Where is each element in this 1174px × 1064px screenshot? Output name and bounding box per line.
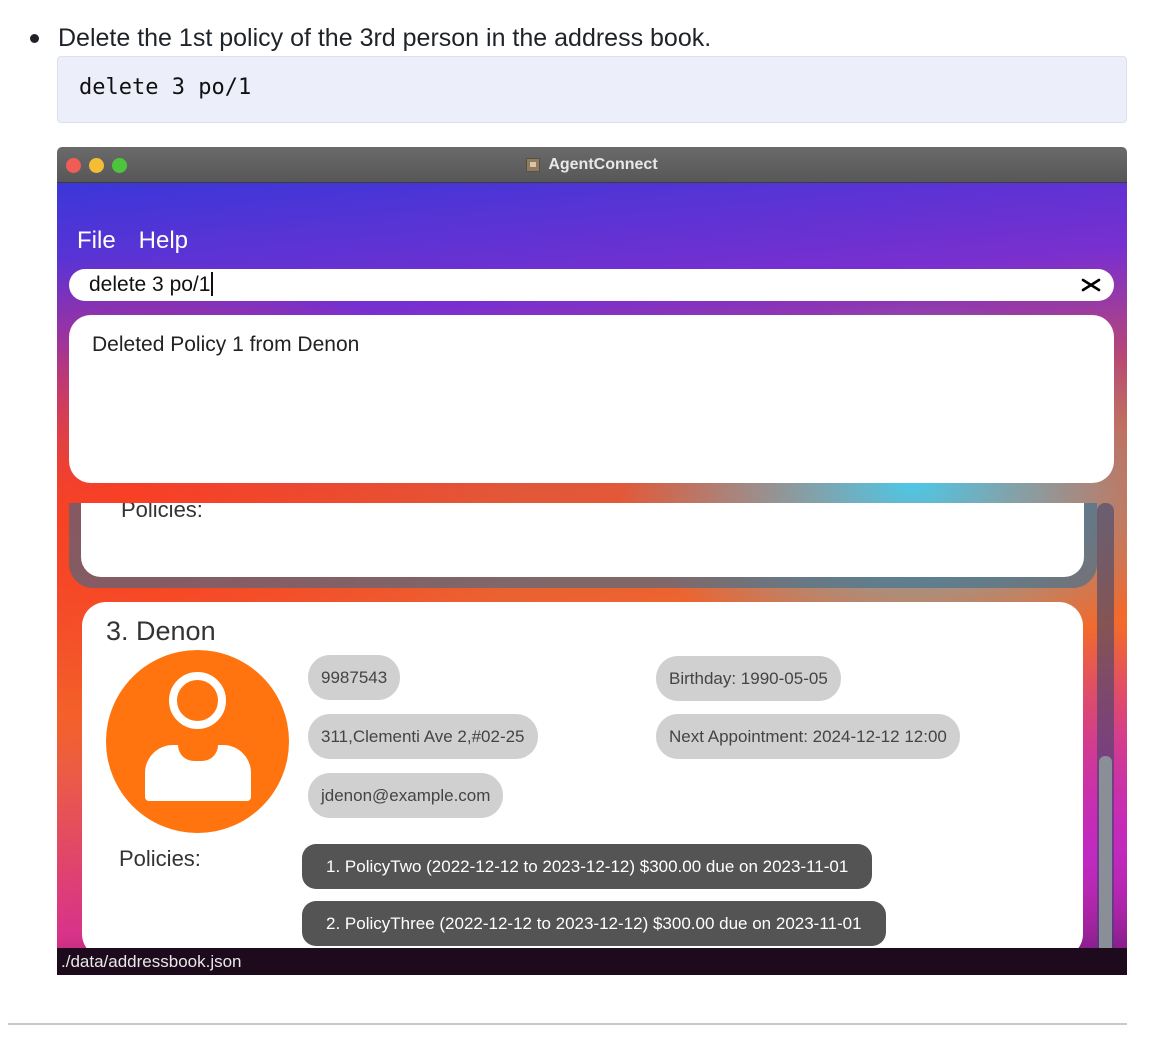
menu-file[interactable]: File bbox=[77, 227, 116, 255]
previous-person-card: Policies: bbox=[69, 503, 1097, 588]
app-background: File Help delete 3 po/1 Deleted Policy 1… bbox=[57, 183, 1127, 975]
policies-label: Policies: bbox=[121, 503, 203, 522]
menu-help[interactable]: Help bbox=[139, 227, 188, 255]
result-display: Deleted Policy 1 from Denon bbox=[69, 315, 1114, 483]
address-chip: 311,Clementi Ave 2,#02-25 bbox=[308, 714, 538, 759]
appointment-chip: Next Appointment: 2024-12-12 12:00 bbox=[656, 714, 960, 759]
scrollbar[interactable] bbox=[1097, 503, 1114, 968]
clear-icon[interactable] bbox=[1080, 274, 1102, 296]
person-name: 3. Denon bbox=[106, 616, 216, 646]
status-bar: ./data/addressbook.json bbox=[57, 948, 1127, 975]
scrollbar-thumb[interactable] bbox=[1099, 756, 1112, 966]
email-chip: jdenon@example.com bbox=[308, 773, 504, 818]
text-caret bbox=[211, 271, 213, 296]
instruction-item: Delete the 1st policy of the 3rd person … bbox=[30, 22, 711, 54]
app-icon bbox=[526, 158, 541, 172]
menu-bar: File Help bbox=[77, 227, 188, 255]
window-title-text: AgentConnect bbox=[548, 156, 658, 173]
app-window: AgentConnect File Help delete 3 po/1 Del… bbox=[57, 147, 1127, 975]
policies-label: Policies: bbox=[119, 846, 201, 871]
command-input-value: delete 3 po/1 bbox=[89, 273, 211, 296]
window-title: AgentConnect bbox=[57, 147, 1127, 183]
person-card[interactable]: 3. Denon 9987543 311,Clementi Ave 2,#02-… bbox=[82, 602, 1083, 958]
status-file-path: ./data/addressbook.json bbox=[61, 952, 242, 971]
policy-chip: 2. PolicyThree (2022-12-12 to 2023-12-12… bbox=[302, 901, 886, 946]
result-text: Deleted Policy 1 from Denon bbox=[92, 333, 360, 356]
divider bbox=[8, 1023, 1127, 1025]
bullet-icon bbox=[30, 33, 39, 43]
avatar-icon bbox=[106, 650, 289, 833]
phone-chip: 9987543 bbox=[308, 655, 401, 700]
title-bar: AgentConnect bbox=[57, 147, 1127, 183]
code-block: delete 3 po/1 bbox=[57, 56, 1127, 123]
birthday-chip: Birthday: 1990-05-05 bbox=[656, 656, 841, 701]
policy-chip: 1. PolicyTwo (2022-12-12 to 2023-12-12) … bbox=[302, 844, 873, 889]
command-input[interactable]: delete 3 po/1 bbox=[69, 269, 1114, 301]
person-list: Policies: 3. Denon 9987543 311,Clementi … bbox=[57, 503, 1127, 975]
instruction-text: Delete the 1st policy of the 3rd person … bbox=[58, 24, 712, 52]
